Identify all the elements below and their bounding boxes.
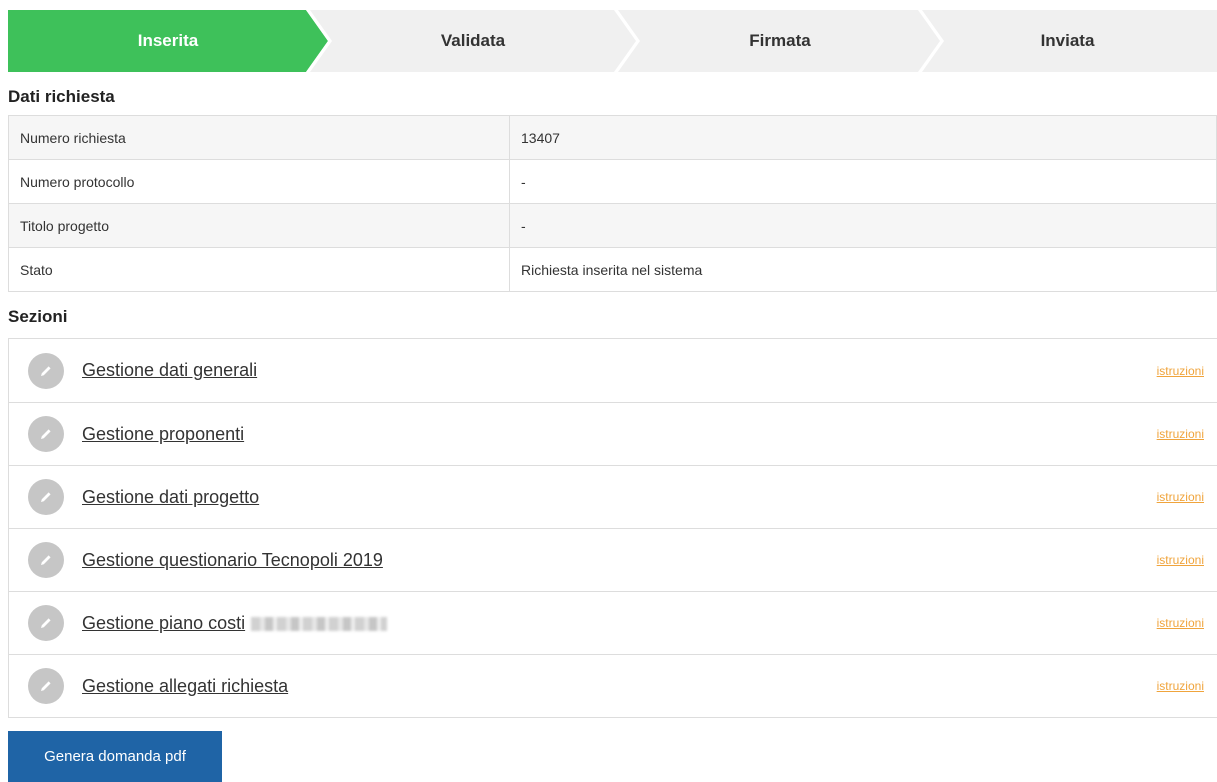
pencil-icon <box>28 605 64 641</box>
list-item: Gestione proponenti istruzioni <box>9 402 1217 465</box>
table-row: Numero richiesta 13407 <box>8 115 1217 160</box>
row-value: - <box>509 159 1217 204</box>
step-label: Inserita <box>137 31 199 50</box>
section-link-proponenti[interactable]: Gestione proponenti <box>82 424 244 445</box>
sections-list: Gestione dati generali istruzioni Gestio… <box>8 338 1217 718</box>
row-value: Richiesta inserita nel sistema <box>509 247 1217 292</box>
istruzioni-link[interactable]: istruzioni <box>1157 490 1204 504</box>
dati-richiesta-table: Numero richiesta 13407 Numero protocollo… <box>8 115 1217 292</box>
section-link-label: Gestione piano costi <box>82 612 246 633</box>
row-key: Stato <box>8 247 510 292</box>
row-key: Numero protocollo <box>8 159 510 204</box>
istruzioni-link[interactable]: istruzioni <box>1157 427 1204 441</box>
section-link-questionario[interactable]: Gestione questionario Tecnopoli 2019 <box>82 550 383 571</box>
section-link-dati-generali[interactable]: Gestione dati generali <box>82 360 257 381</box>
list-item: Gestione dati progetto istruzioni <box>9 465 1217 528</box>
list-item: Gestione allegati richiesta istruzioni <box>9 654 1217 717</box>
table-row: Numero protocollo - <box>8 159 1217 204</box>
pencil-icon <box>28 416 64 452</box>
step-inserita: Inserita <box>8 10 328 72</box>
step-validata: Validata <box>308 10 638 72</box>
istruzioni-link[interactable]: istruzioni <box>1157 679 1204 693</box>
section-link-piano-costi[interactable]: Gestione piano costi <box>82 612 388 634</box>
list-item: Gestione piano costi istruzioni <box>9 591 1217 654</box>
genera-pdf-button[interactable]: Genera domanda pdf <box>8 731 222 782</box>
step-label: Firmata <box>749 31 811 50</box>
list-item: Gestione dati generali istruzioni <box>9 339 1217 402</box>
step-firmata: Firmata <box>614 10 946 72</box>
status-stepper: Inserita Validata Firmata Inviata <box>8 10 1217 72</box>
table-row: Stato Richiesta inserita nel sistema <box>8 247 1217 292</box>
step-label: Inviata <box>1040 31 1095 50</box>
istruzioni-link[interactable]: istruzioni <box>1157 553 1204 567</box>
table-row: Titolo progetto - <box>8 203 1217 248</box>
step-inviata: Inviata <box>918 10 1217 72</box>
section-link-dati-progetto[interactable]: Gestione dati progetto <box>82 487 259 508</box>
row-key: Titolo progetto <box>8 203 510 248</box>
pencil-icon <box>28 479 64 515</box>
sezioni-heading: Sezioni <box>8 307 68 326</box>
row-key: Numero richiesta <box>8 115 510 160</box>
row-value: 13407 <box>509 115 1217 160</box>
pencil-icon <box>28 542 64 578</box>
pencil-icon <box>28 352 64 389</box>
istruzioni-link[interactable]: istruzioni <box>1157 364 1204 378</box>
section-link-allegati[interactable]: Gestione allegati richiesta <box>82 676 288 697</box>
step-label: Validata <box>440 31 506 50</box>
pencil-icon <box>28 668 64 704</box>
dati-richiesta-heading: Dati richiesta <box>8 87 115 106</box>
list-item: Gestione questionario Tecnopoli 2019 ist… <box>9 528 1217 591</box>
redacted-text <box>251 616 388 631</box>
row-value: - <box>509 203 1217 248</box>
istruzioni-link[interactable]: istruzioni <box>1157 616 1204 630</box>
